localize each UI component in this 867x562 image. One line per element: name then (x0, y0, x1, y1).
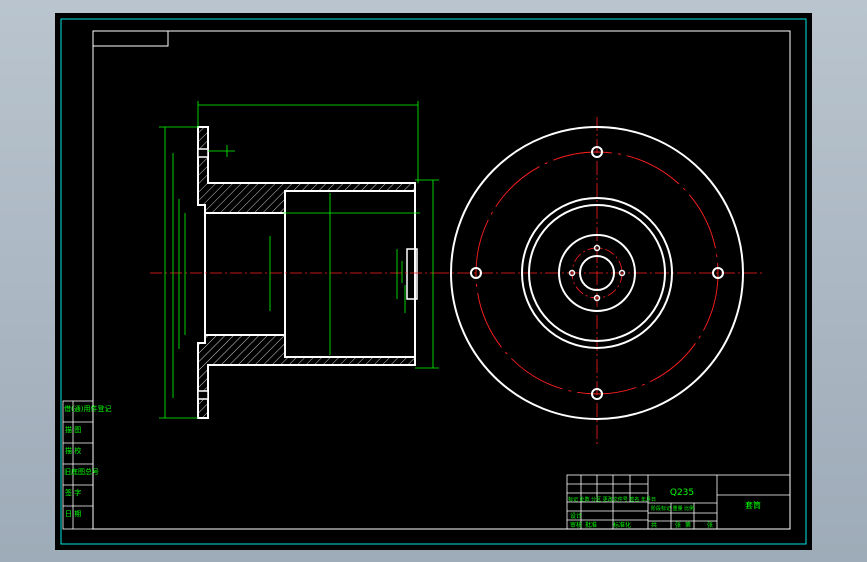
sheet-mark-3: 张 (707, 521, 713, 529)
side-stamp: 借(通)用件登记 描 图 描 校 旧底图总号 签 字 日 期 (62, 400, 111, 530)
sheet-mark-2: 第 (685, 521, 691, 529)
section-view (150, 101, 439, 419)
drawing-canvas[interactable]: 借(通)用件登记 描 图 描 校 旧底图总号 签 字 日 期 Q235 套筒 标… (55, 13, 812, 550)
stamp-row-4: 签 字 (65, 488, 81, 497)
end-view (435, 117, 763, 445)
upper-wall-section (197, 126, 416, 214)
stamp-row-0: 借(通)用件登记 (64, 404, 111, 413)
stamp-row-2: 描 校 (65, 446, 81, 455)
bore-large (284, 190, 416, 358)
material-label: Q235 (670, 488, 694, 498)
audit-label: 审核 (570, 521, 582, 529)
corner-code-box (92, 30, 169, 47)
stamp-row-3: 旧底图总号 (64, 467, 99, 476)
stamp-row-5: 日 期 (65, 510, 81, 518)
part-name: 套筒 (745, 500, 761, 510)
revision-header: 标记 处数 分区 更改文件号 签名 年月日 (568, 496, 656, 503)
sheet-mark-1: 张 (675, 521, 681, 529)
cad-drawing: 借(通)用件登记 描 图 描 校 旧底图总号 签 字 日 期 Q235 套筒 标… (60, 18, 807, 545)
inner-frame (92, 30, 791, 530)
design-label: 设计 (570, 512, 582, 520)
lower-wall-section (197, 334, 416, 419)
stamp-row-1: 描 图 (65, 425, 81, 434)
std-label: 标准化 (613, 521, 631, 529)
bore-small (204, 212, 286, 336)
approve-label: 批准 (585, 521, 597, 529)
sheet-mark-0: 共 (651, 521, 657, 529)
stage-labels: 阶段标记 重量 比例 (651, 505, 694, 512)
